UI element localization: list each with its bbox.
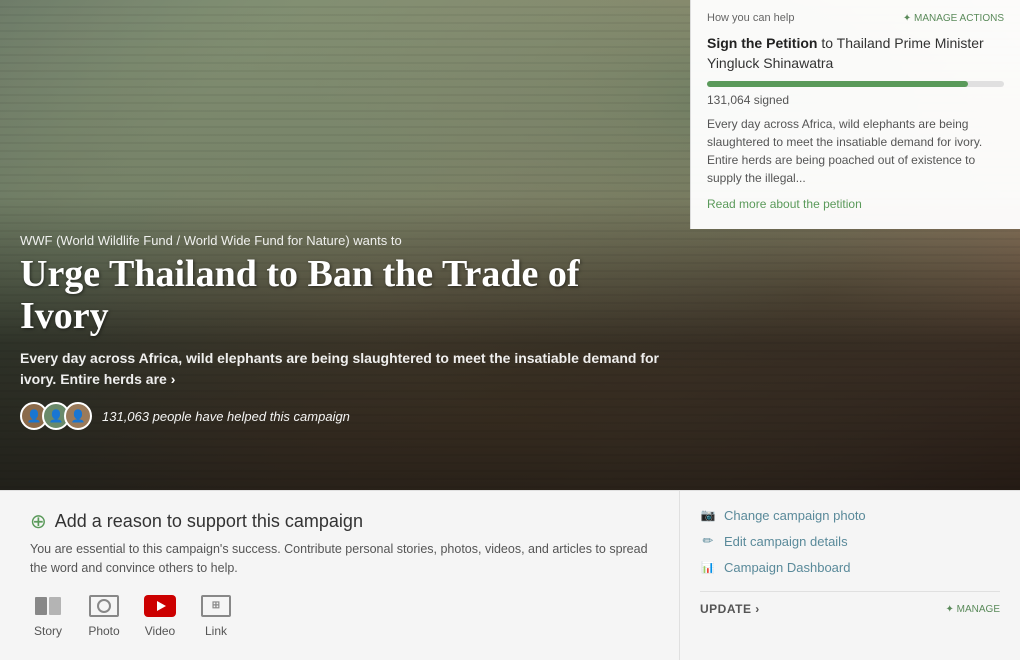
video-icon [142,592,178,620]
how-you-can-help-label: How you can help [707,12,794,24]
manage-actions-button[interactable]: ✦ MANAGE ACTIONS [903,13,1004,24]
read-more-link[interactable]: Read more about the petition [707,197,862,211]
photo-icon-shape [89,595,119,617]
bottom-left-panel: ⊕ Add a reason to support this campaign … [0,491,680,660]
hero-content: WWF (World Wildlife Fund / World Wide Fu… [20,233,670,430]
add-reason-title: ⊕ Add a reason to support this campaign [30,511,649,532]
page-icon-1 [35,597,47,615]
change-photo-link[interactable]: Change campaign photo [700,507,1000,523]
bottom-section: ⊕ Add a reason to support this campaign … [0,490,1020,660]
yt-icon [144,595,176,617]
avatar-3: 👤 [64,402,92,430]
photo-label: Photo [88,624,119,638]
story-label: Story [34,624,62,638]
content-type-video[interactable]: Video [142,592,178,638]
campaign-dashboard-link[interactable]: Campaign Dashboard [700,559,1000,575]
content-types-row: Story Photo Video ⊞ [30,592,649,638]
link-icon-shape: ⊞ [201,595,231,617]
progress-bar-container [707,81,1004,87]
chart-icon [700,559,716,575]
supporters-count-text: 131,063 people have helped this campaign [102,409,350,424]
petition-description: Every day across Africa, wild elephants … [707,115,1004,187]
update-bar: UPDATE › ✦ MANAGE [700,591,1000,616]
supporters-row: 👤 👤 👤 131,063 people have helped this ca… [20,402,670,430]
change-photo-label: Change campaign photo [724,508,866,523]
edit-details-label: Edit campaign details [724,534,848,549]
story-icon-shape [35,597,61,615]
petition-title: Sign the Petition to Thailand Prime Mini… [707,34,1004,73]
add-reason-description: You are essential to this campaign's suc… [30,540,649,578]
hero-section: How you can help ✦ MANAGE ACTIONS Sign t… [0,0,1020,490]
photo-icon [86,592,122,620]
add-reason-title-text: Add a reason to support this campaign [55,511,363,532]
story-icon [30,592,66,620]
campaign-subtitle-link[interactable]: › [167,371,176,387]
content-type-story[interactable]: Story [30,592,66,638]
manage-link[interactable]: ✦ MANAGE [946,604,1001,615]
youtube-icon-shape [144,595,176,617]
progress-bar-fill [707,81,968,87]
sign-petition-label: Sign the Petition [707,35,817,51]
bottom-right-panel: Change campaign photo Edit campaign deta… [680,491,1020,660]
campaign-subtitle-text: Every day across Africa, wild elephants … [20,348,670,390]
camera-icon [700,507,716,523]
link-label: Link [205,624,227,638]
avatar-group: 👤 👤 👤 [20,402,86,430]
edit-details-link[interactable]: Edit campaign details [700,533,1000,549]
campaign-title: Urge Thailand to Ban the Trade of Ivory [20,254,670,338]
content-type-photo[interactable]: Photo [86,592,122,638]
page-icon-2 [49,597,61,615]
video-label: Video [145,624,175,638]
content-type-link[interactable]: ⊞ Link [198,592,234,638]
add-icon: ⊕ [30,512,47,532]
update-label[interactable]: UPDATE › [700,602,760,616]
petition-panel: How you can help ✦ MANAGE ACTIONS Sign t… [690,0,1020,229]
campaign-dashboard-label: Campaign Dashboard [724,560,850,575]
link-icon: ⊞ [198,592,234,620]
signed-count: 131,064 signed [707,93,1004,107]
wwf-subtitle: WWF (World Wildlife Fund / World Wide Fu… [20,233,670,248]
pencil-icon [700,533,716,549]
action-links-list: Change campaign photo Edit campaign deta… [700,507,1000,575]
petition-header: How you can help ✦ MANAGE ACTIONS [707,12,1004,24]
campaign-subtitle-main: Every day across Africa, wild elephants … [20,350,659,387]
